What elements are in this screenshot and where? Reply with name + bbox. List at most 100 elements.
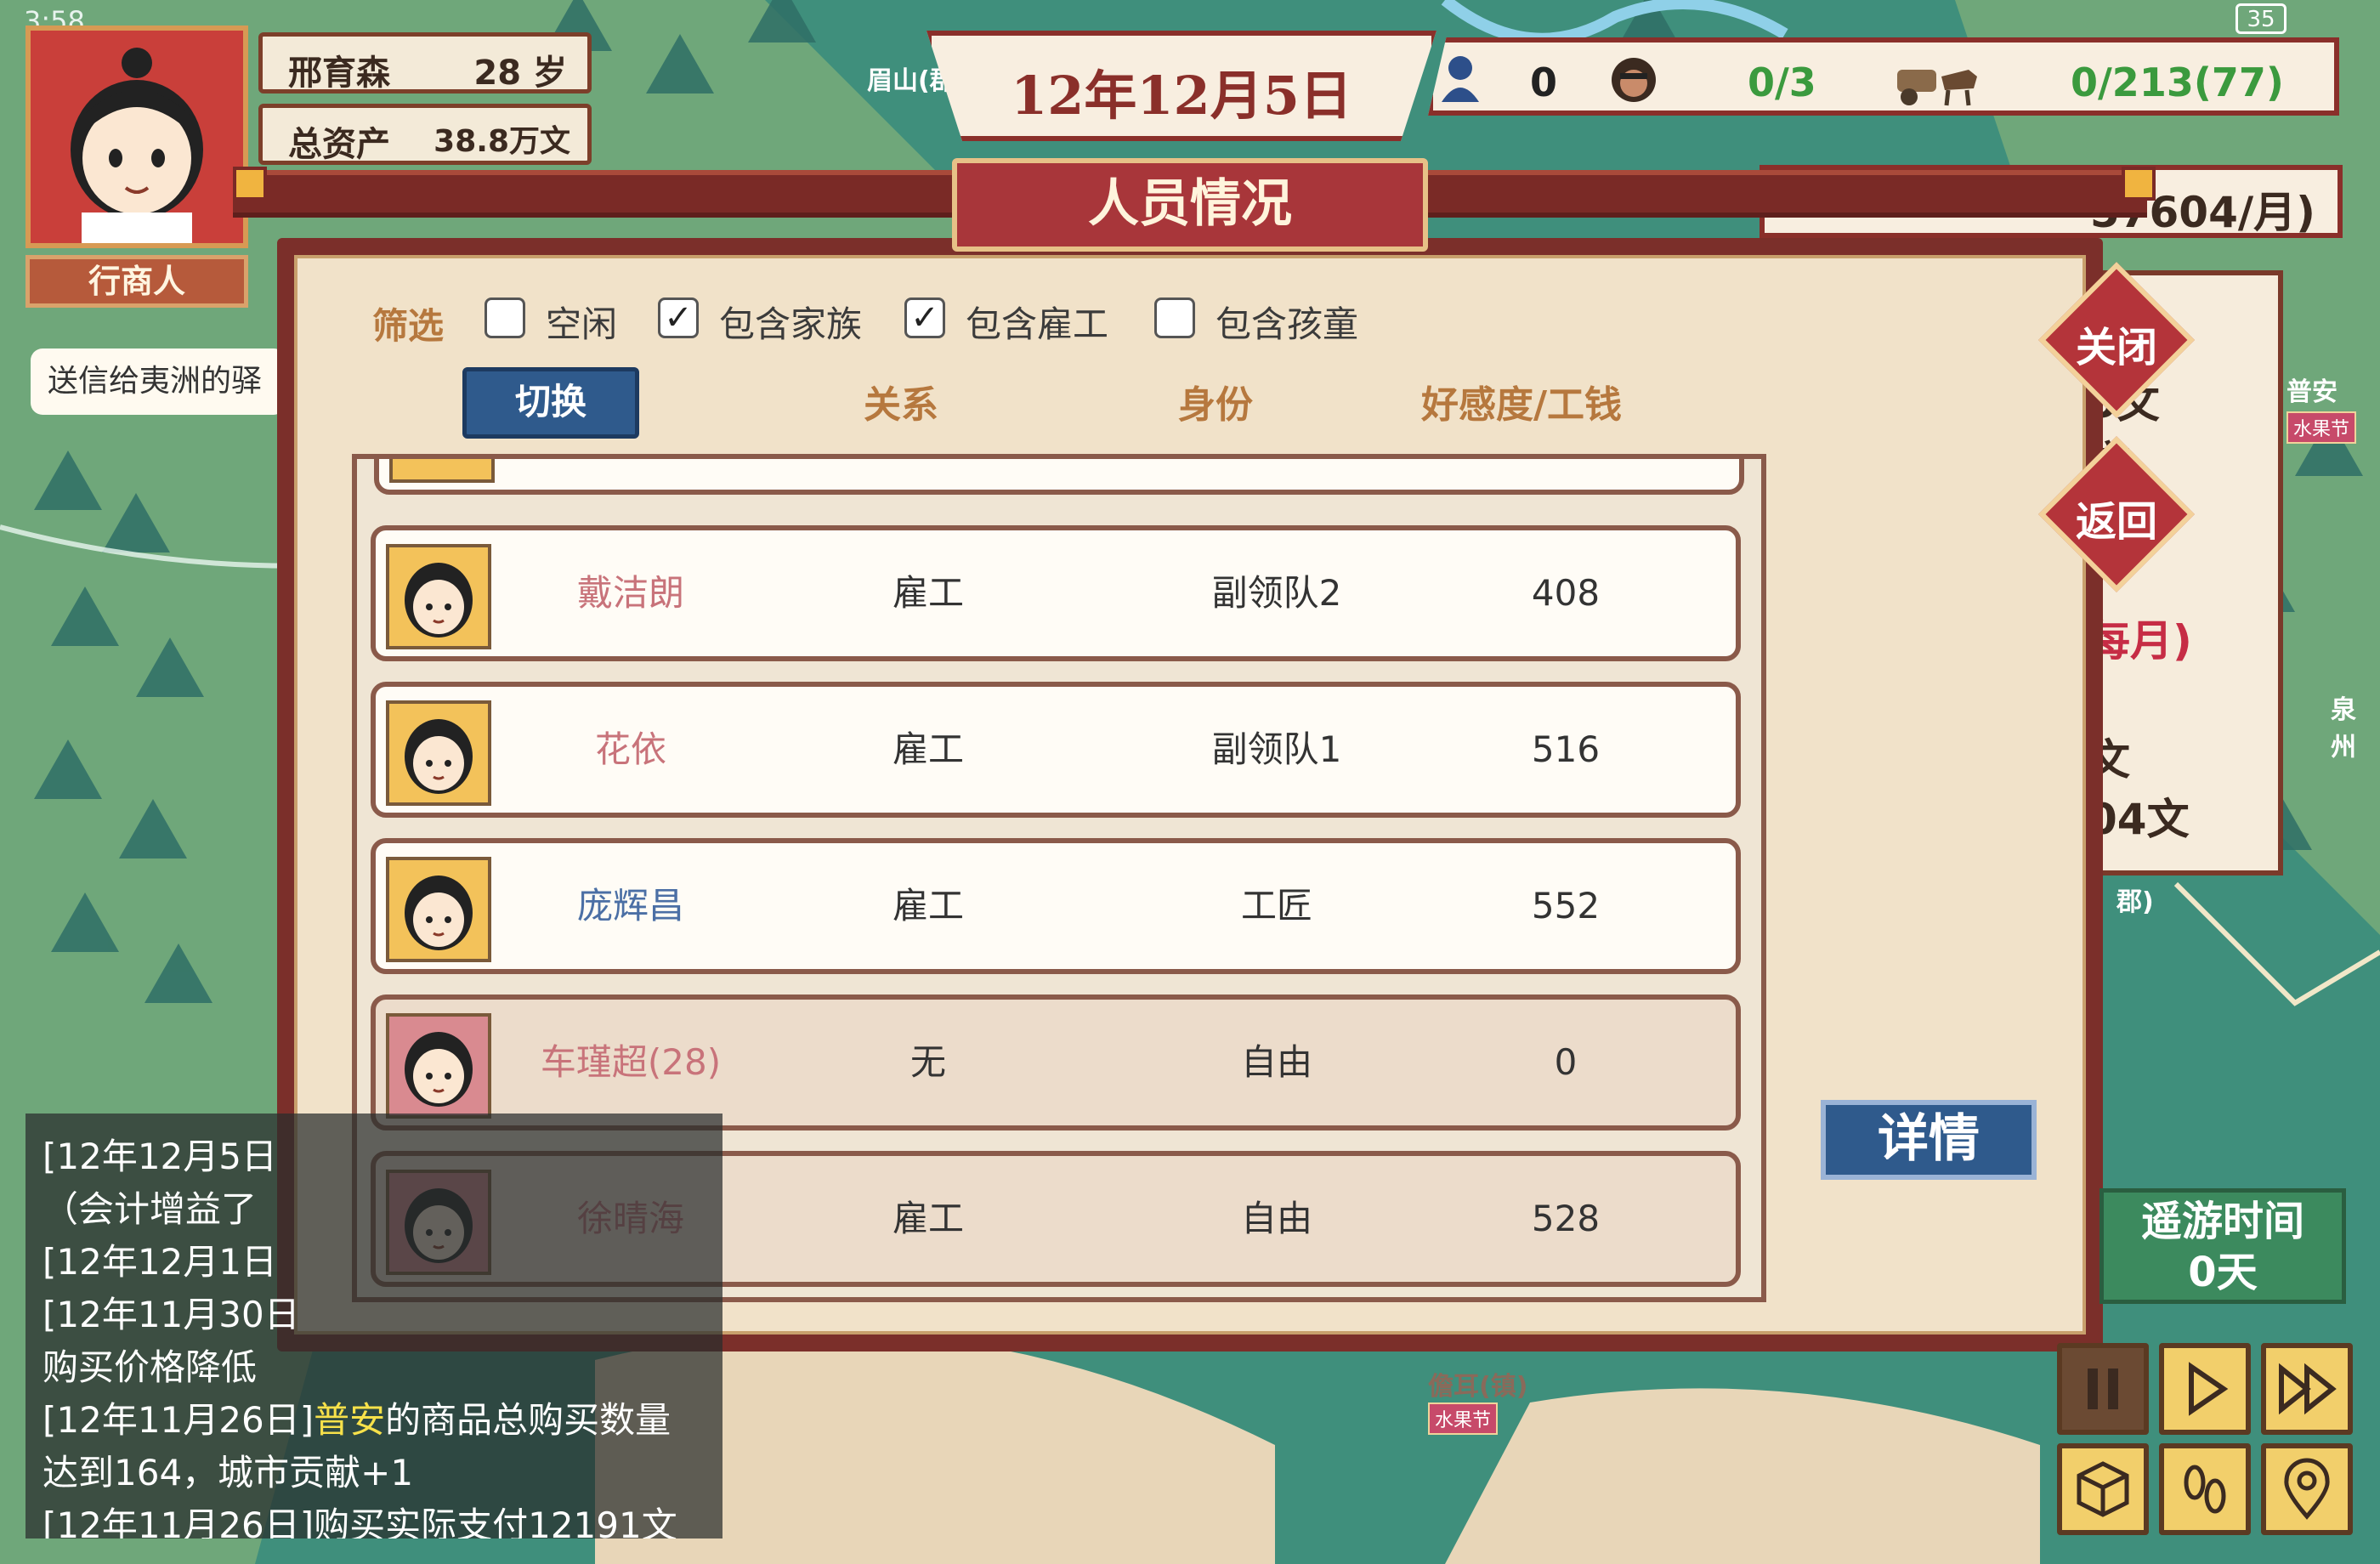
log-line-6-pre: [12年11月26日] bbox=[42, 1399, 314, 1441]
filter-children-label: 包含孩童 bbox=[1216, 303, 1359, 345]
avatar bbox=[386, 700, 491, 806]
roam-label: 遥游时间 bbox=[2140, 1198, 2304, 1245]
city-label-daner[interactable]: 儋耳(镇) bbox=[1428, 1365, 1527, 1402]
npc-face-icon bbox=[405, 719, 473, 794]
side-line-4: 每月) bbox=[2088, 616, 2192, 666]
travel-button[interactable] bbox=[2159, 1443, 2251, 1535]
fast-forward-icon bbox=[2279, 1363, 2337, 1415]
player-age: 28 岁 bbox=[473, 54, 567, 93]
resource-value-3: 0/213(77) bbox=[2071, 60, 2284, 105]
person-identity: 自由 bbox=[1240, 1198, 1312, 1239]
roam-time-panel: 遥游时间 0天 bbox=[2100, 1188, 2346, 1304]
footprints-icon bbox=[2184, 1465, 2226, 1514]
person-name[interactable]: 戴洁朗 bbox=[503, 530, 758, 656]
close-button[interactable]: 关闭 bbox=[2038, 262, 2195, 418]
person-identity: 工匠 bbox=[1240, 885, 1312, 926]
log-line-5: 购买价格降低 bbox=[42, 1346, 258, 1388]
filter-family-checkbox[interactable]: ✓ bbox=[658, 298, 699, 338]
filter-family-label: 包含家族 bbox=[719, 303, 863, 345]
notification-badge[interactable]: 35 bbox=[2236, 3, 2286, 34]
person-identity: 自由 bbox=[1240, 1041, 1312, 1083]
person-relation: 雇工 bbox=[892, 1198, 964, 1239]
person-name[interactable]: 花依 bbox=[503, 687, 758, 813]
log-line-8: [12年11月26日]购买实际支付12191文 bbox=[42, 1504, 677, 1538]
filter-idle-checkbox[interactable] bbox=[484, 298, 525, 338]
beam-cap-right bbox=[2122, 167, 2156, 201]
player-avatar-icon bbox=[31, 31, 243, 243]
horse-cart-icon bbox=[1897, 70, 1977, 106]
play-button[interactable] bbox=[2159, 1343, 2251, 1435]
avatar bbox=[386, 544, 491, 649]
festival-tag-puan: 水果节 bbox=[2286, 411, 2357, 444]
person-affinity-wage: 408 bbox=[1531, 572, 1601, 614]
log-line-3: [12年12月1日 bbox=[42, 1241, 277, 1283]
filter-idle-label: 空闲 bbox=[546, 303, 618, 345]
person-affinity-wage: 516 bbox=[1531, 728, 1601, 770]
switch-button[interactable]: 切换 bbox=[462, 367, 639, 439]
column-header-relation[interactable]: 关系 bbox=[816, 374, 986, 428]
person-name[interactable]: 车瑾超(28) bbox=[503, 1000, 758, 1125]
location-button[interactable] bbox=[2261, 1443, 2353, 1535]
table-row[interactable]: 庞辉昌 雇工 工匠 552 bbox=[371, 838, 1741, 974]
inventory-button[interactable] bbox=[2057, 1443, 2149, 1535]
person-affinity-wage: 0 bbox=[1554, 1041, 1578, 1083]
back-button[interactable]: 返回 bbox=[2038, 436, 2195, 592]
detail-button[interactable]: 详情 bbox=[1821, 1100, 2037, 1180]
bandit-face-icon bbox=[1612, 58, 1656, 102]
city-label-quanzhou[interactable]: 泉州 bbox=[2331, 688, 2380, 763]
filter-hired-label: 包含雇工 bbox=[966, 303, 1109, 345]
play-icon bbox=[2189, 1362, 2229, 1416]
quest-tracker[interactable]: 送信给夷洲的驿 bbox=[31, 348, 286, 415]
log-line-6-highlight[interactable]: 普安 bbox=[314, 1399, 385, 1441]
log-line-2: （会计增益了 bbox=[42, 1188, 258, 1230]
log-line-6: [12年11月26日]普安的商品总购买数量 bbox=[42, 1394, 706, 1447]
player-assets-card: 总资产 38.8万文 bbox=[258, 104, 592, 165]
assets-value: 38.8万文 bbox=[434, 124, 570, 159]
table-row[interactable]: 花依 雇工 副领队1 516 bbox=[371, 682, 1741, 818]
resource-value-1: 0 bbox=[1530, 60, 1558, 105]
person-relation: 雇工 bbox=[892, 885, 964, 926]
filter-children-checkbox[interactable] bbox=[1154, 298, 1195, 338]
person-affinity-wage: 552 bbox=[1531, 885, 1601, 926]
person-relation: 无 bbox=[910, 1041, 946, 1083]
event-log[interactable]: [12年12月5日 （会计增益了 [12年12月1日 [12年11月30日 购买… bbox=[26, 1114, 722, 1538]
person-relation: 雇工 bbox=[892, 728, 964, 770]
cube-icon bbox=[2077, 1461, 2129, 1517]
npc-face-icon bbox=[405, 876, 473, 950]
current-date: 12年12月5日 bbox=[1011, 65, 1352, 127]
player-name-card: 邢育森 28 岁 bbox=[258, 32, 592, 94]
person-silhouette-icon bbox=[1442, 56, 1479, 102]
beam-cap-left bbox=[233, 167, 267, 201]
log-line-4: [12年11月30日 bbox=[42, 1294, 300, 1335]
table-row[interactable]: 车瑾超(28) 无 自由 0 bbox=[371, 994, 1741, 1130]
column-header-identity[interactable]: 身份 bbox=[1130, 374, 1300, 428]
person-identity: 副领队1 bbox=[1211, 728, 1342, 770]
filter-hired-checkbox[interactable]: ✓ bbox=[904, 298, 945, 338]
assets-label: 总资产 bbox=[288, 125, 390, 164]
npc-face-icon bbox=[405, 1032, 473, 1107]
map-pin-icon bbox=[2284, 1458, 2330, 1520]
pause-button[interactable] bbox=[2057, 1343, 2149, 1435]
resource-value-2: 0/3 bbox=[1748, 60, 1816, 105]
player-name: 邢育森 bbox=[288, 54, 390, 93]
festival-tag-daner: 水果节 bbox=[1428, 1402, 1499, 1435]
filter-label: 筛选 bbox=[372, 305, 445, 347]
player-title-badge[interactable]: 行商人 bbox=[26, 255, 248, 308]
player-portrait[interactable] bbox=[26, 26, 248, 248]
close-label: 关闭 bbox=[2075, 324, 2157, 371]
table-row[interactable]: 戴洁朗 雇工 副领队2 408 bbox=[371, 525, 1741, 661]
column-header-affinity-wage[interactable]: 好感度/工钱 bbox=[1394, 374, 1649, 428]
log-line-7: 达到164，城市贡献+1 bbox=[42, 1452, 414, 1493]
person-identity: 副领队2 bbox=[1211, 572, 1342, 614]
table-row-partial[interactable] bbox=[374, 459, 1744, 495]
roam-value: 0天 bbox=[2188, 1249, 2258, 1296]
log-line-6-post: 的商品总购买数量 bbox=[385, 1399, 672, 1441]
person-name[interactable]: 庞辉昌 bbox=[503, 843, 758, 969]
back-label: 返回 bbox=[2075, 498, 2157, 546]
avatar bbox=[389, 459, 495, 483]
npc-face-icon bbox=[405, 563, 473, 638]
avatar bbox=[386, 1013, 491, 1119]
city-label-partial[interactable]: 郡) bbox=[2116, 881, 2154, 918]
log-line-1: [12年12月5日 bbox=[42, 1136, 277, 1177]
fast-forward-button[interactable] bbox=[2261, 1343, 2353, 1435]
